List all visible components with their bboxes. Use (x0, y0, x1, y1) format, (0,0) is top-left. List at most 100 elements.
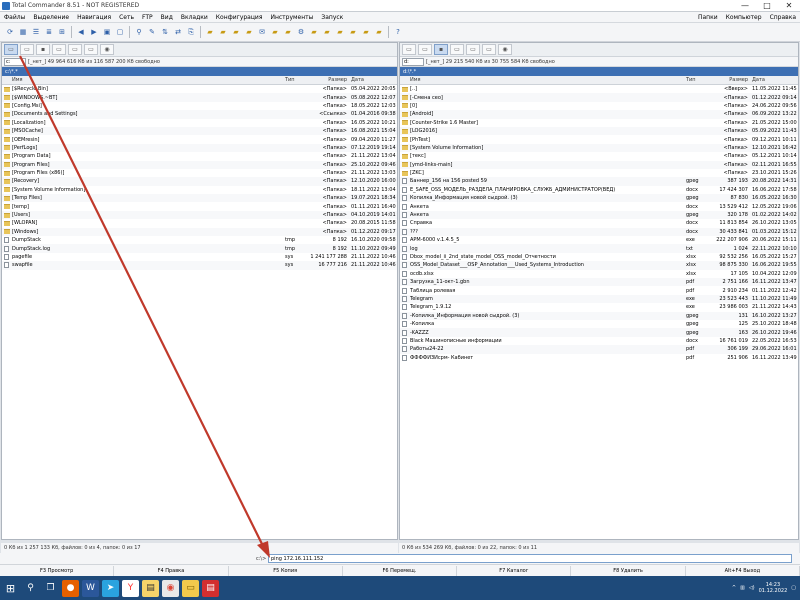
close-button[interactable]: ✕ (778, 0, 800, 12)
chevron-up-icon[interactable]: ^ (732, 585, 736, 591)
file-row[interactable]: [System Volume Information] <Папка> 18.11.… (2, 186, 397, 194)
settings-icon[interactable]: ⚙ (295, 26, 307, 39)
file-row[interactable]: [0] <Папка> 24.06.2022 09:56 (400, 102, 798, 110)
file-row[interactable]: [текс] <Папка> 05.12.2021 10:14 (400, 152, 798, 160)
f3-view-button[interactable]: F3 Просмотр (0, 565, 115, 576)
back-icon[interactable]: ◀ (75, 26, 87, 39)
file-row[interactable]: [Users] <Папка> 04.10.2019 14:01 (2, 210, 397, 220)
file-explorer-icon[interactable]: ▭ (182, 579, 199, 597)
file-row[interactable]: pagefile sys 1 241 177 288 21.11.2022 10:46 (2, 253, 397, 261)
rename-icon[interactable]: ✎ (146, 26, 158, 39)
command-line-input[interactable]: ping 172.16.111.152 (268, 554, 792, 563)
folder-icon[interactable]: ▰ (360, 26, 372, 39)
drive-e-button[interactable]: ▪ (36, 44, 50, 55)
file-row[interactable]: Telegram exe 23 523 443 11.10.2022 11:49 (400, 294, 798, 304)
file-row[interactable]: Копилка_Информация новой сыдрой. (3) gpeg… (400, 194, 798, 203)
f4-edit-button[interactable]: F4 Правка (114, 565, 229, 576)
network-drive-button[interactable]: ◉ (100, 44, 114, 55)
file-row[interactable]: [ZKC] <Папка> 23.10.2021 15:26 (400, 169, 798, 177)
file-row[interactable]: OSS_Model_Dataset___OSP_Annotation___Use… (400, 261, 798, 270)
file-row[interactable]: [Program Files (x86)] <Папка> 21.11.2022 1… (2, 169, 397, 177)
folder-icon[interactable]: ▰ (308, 26, 320, 39)
file-row[interactable]: [PhTest] <Папка> 09.12.2021 10:11 (400, 135, 798, 143)
file-row[interactable]: [Recovery] <Папка> 12.10.2020 16:00 (2, 177, 397, 186)
search-icon[interactable]: ⚲ (22, 580, 39, 597)
file-row[interactable]: [Counter-Strike 1.6 Master] <Папка> 21.05.… (400, 119, 798, 127)
file-row[interactable]: [PerfLogs] <Папка> 07.12.2019 19:14 (2, 143, 397, 153)
column-name-header[interactable]: Имя (409, 77, 686, 83)
file-row[interactable]: Справка docx 11 813 854 26.10.2022 13:05 (400, 219, 798, 227)
menu-selection[interactable]: Выделение (29, 14, 73, 21)
exit-button[interactable]: Alt+F4 Выход (686, 565, 800, 576)
menu-computer[interactable]: Компьютер (722, 14, 766, 21)
file-row[interactable]: log txt 1 024 22.11.2022 10:10 (400, 244, 798, 253)
file-row[interactable]: Е_SAFE_OSS_МОДЕЛЬ_РАЗДЕЛА_ПЛАНИРОВКА_СЛУ… (400, 186, 798, 194)
windows-start-icon[interactable]: ⊞ (2, 580, 19, 597)
menu-files[interactable]: Файлы (0, 14, 29, 21)
f5-copy-button[interactable]: F5 Копия (229, 565, 343, 576)
file-row[interactable]: -Копилка_Информация новой сыдрой. (3) gpe… (400, 311, 798, 320)
drive-e-button[interactable]: ▪ (434, 44, 448, 55)
file-row[interactable]: -Копилка gpeg 125 25.10.2022 18:48 (400, 320, 798, 328)
left-drive-select[interactable]: c: (4, 57, 26, 66)
folder-icon[interactable]: ▰ (373, 26, 385, 39)
drive-f-button[interactable]: ▭ (450, 44, 464, 55)
column-date-header[interactable]: Дата (347, 77, 397, 83)
file-row[interactable]: Загрузка_11-окт-1.gbn pdf 2 751 166 16.11.2… (400, 277, 798, 287)
drive-g-button[interactable]: ▭ (466, 44, 480, 55)
file-row[interactable]: [temp] <Папка> 01.11.2021 16:40 (2, 202, 397, 210)
menu-view[interactable]: Вид (157, 14, 177, 21)
folder-icon[interactable]: ▰ (347, 26, 359, 39)
search-icon[interactable]: ⚲ (133, 26, 145, 39)
full-icon[interactable]: ≣ (43, 26, 55, 39)
file-row[interactable]: [WLOPAN] <Папка> 20.08.2015 11:58 (2, 219, 397, 227)
folder-icon[interactable]: ▰ (243, 26, 255, 39)
file-row[interactable]: [..] <Вверх> 11.05.2022 11:45 (400, 85, 798, 93)
file-row[interactable]: [Android] <Папка> 06.09.2022 13:22 (400, 110, 798, 119)
folder-icon[interactable]: ▰ (217, 26, 229, 39)
notifications-icon[interactable]: ▢ (791, 585, 796, 591)
column-size-header[interactable]: Размер (307, 77, 347, 83)
drive-g-button[interactable]: ▭ (68, 44, 82, 55)
tree-icon[interactable]: ⊞ (56, 26, 68, 39)
column-ext-header[interactable]: Тип (686, 77, 708, 83)
maximize-button[interactable]: □ (756, 0, 778, 12)
file-row[interactable]: Баннер_156 на 156 posted 59 gpeg 387 193 20… (400, 177, 798, 186)
menu-tabs[interactable]: Вкладки (177, 14, 212, 21)
column-date-header[interactable]: Дата (748, 77, 798, 83)
file-row[interactable]: Таблица ролевая pdf 2 910 234 01.11.2022 12… (400, 286, 798, 294)
folder-icon[interactable]: ▰ (230, 26, 242, 39)
file-row[interactable]: DumpStack tmp 8 192 16.10.2020 09:58 (2, 236, 397, 244)
column-name-header[interactable]: Имя (11, 77, 285, 83)
menu-help[interactable]: Справка (766, 14, 800, 21)
drive-c-button[interactable]: ▭ (402, 44, 416, 55)
file-row[interactable]: АРМ-6000 v.1.4.5_5 exe 222 207 906 20.06.20… (400, 236, 798, 244)
f6-move-button[interactable]: F6 Перемещ. (343, 565, 458, 576)
column-ext-header[interactable]: Тип (285, 77, 307, 83)
total-commander-icon[interactable]: ▤ (142, 579, 159, 597)
network-drive-button[interactable]: ◉ (498, 44, 512, 55)
file-row[interactable]: [System Volume Information] <Папка> 12.10.… (400, 143, 798, 153)
file-row[interactable]: [Program Files] <Папка> 25.10.2022 09:46 (2, 160, 397, 169)
file-row[interactable]: Анкета gpeg 320 178 01.02.2022 14:02 (400, 210, 798, 220)
chrome-icon[interactable]: ◉ (162, 579, 179, 597)
file-row[interactable]: DumpStack.log tmp 8 192 11.10.2022 09:49 (2, 244, 397, 253)
file-row[interactable]: Telegram_1.9.12 exe 23 986 003 21.11.2022 1… (400, 303, 798, 311)
file-row[interactable]: [-Смена сео] <Папка> 01.12.2022 09:14 (400, 93, 798, 102)
unpack-icon[interactable]: ▢ (114, 26, 126, 39)
right-panel[interactable]: ▭ ▭ ▪ ▭ ▭ ▭ ◉ d: [_нет_] 29 215 540 Кб и… (399, 42, 799, 540)
yandex-icon[interactable]: Y (122, 579, 139, 597)
file-row[interactable]: [Documents and Settings] <Ссылка> 01.04.20… (2, 110, 397, 119)
drive-d-button[interactable]: ▭ (20, 44, 34, 55)
sync-icon[interactable]: ⇄ (172, 26, 184, 39)
menu-ftp[interactable]: FTP (138, 14, 157, 21)
help-icon[interactable]: ? (392, 26, 404, 39)
firefox-icon[interactable]: ● (62, 579, 79, 597)
copy-names-icon[interactable]: ⎘ (185, 26, 197, 39)
thumbnails-icon[interactable]: ▦ (17, 26, 29, 39)
menu-navigation[interactable]: Навигация (73, 14, 115, 21)
telegram-icon[interactable]: ➤ (102, 579, 119, 597)
folder-icon[interactable]: ▰ (334, 26, 346, 39)
f8-delete-button[interactable]: F8 Удалить (571, 565, 686, 576)
brief-icon[interactable]: ☰ (30, 26, 42, 39)
